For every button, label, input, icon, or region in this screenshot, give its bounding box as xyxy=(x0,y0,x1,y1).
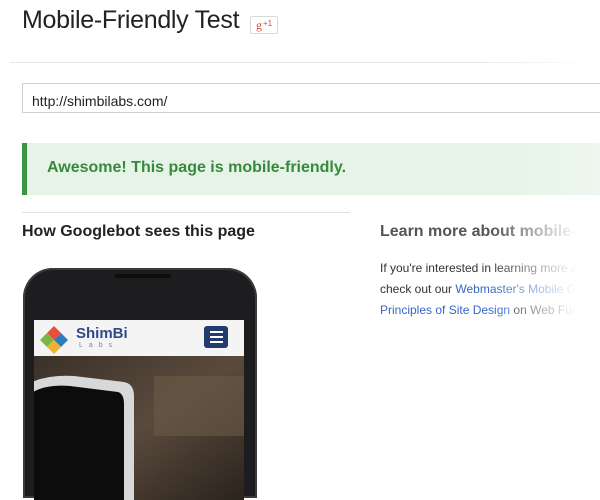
webmasters-mobile-guide-link[interactable]: Webmaster's Mobile Gu xyxy=(455,282,582,296)
plus-one-label: +1 xyxy=(262,18,273,28)
hero-image xyxy=(34,356,244,500)
preview-heading: How Googlebot sees this page xyxy=(22,223,255,240)
hamburger-menu-icon xyxy=(204,326,228,348)
google-plus-one-button[interactable]: g +1 xyxy=(250,16,278,34)
site-logo-name: ShimBi xyxy=(76,325,128,342)
site-header: ShimBi Labs xyxy=(34,320,244,356)
site-logo-sub: Labs xyxy=(79,342,119,349)
url-input[interactable] xyxy=(22,83,600,113)
header-divider xyxy=(10,62,600,63)
diamond-logo-icon xyxy=(40,326,68,354)
result-message: Awesome! This page is mobile-friendly. xyxy=(47,159,347,176)
preview-divider xyxy=(22,212,350,213)
phone-preview: ShimBi Labs xyxy=(23,268,257,500)
phone-speaker xyxy=(115,274,171,278)
learn-more-line-3: Principles of Site Design on Web Funda xyxy=(380,300,600,321)
learn-more-line-2-prefix: check out our xyxy=(380,282,456,296)
learn-more-line-1: If you're interested in learning more ab xyxy=(380,261,585,275)
google-plus-one-icon: g xyxy=(255,18,262,32)
learn-more-heading: Learn more about mobile-fr xyxy=(380,223,589,240)
page-title: Mobile-Friendly Test xyxy=(22,6,240,34)
learn-more-line-2: check out our Webmaster's Mobile Gu xyxy=(380,279,600,300)
phone-screen: ShimBi Labs xyxy=(34,320,244,500)
result-banner: Awesome! This page is mobile-friendly. xyxy=(22,143,600,195)
principles-of-site-design-link[interactable]: Principles of Site Design xyxy=(380,303,510,317)
learn-more-line-3-suffix: on Web Funda xyxy=(510,303,592,317)
learn-more-body: If you're interested in learning more ab… xyxy=(380,258,600,321)
